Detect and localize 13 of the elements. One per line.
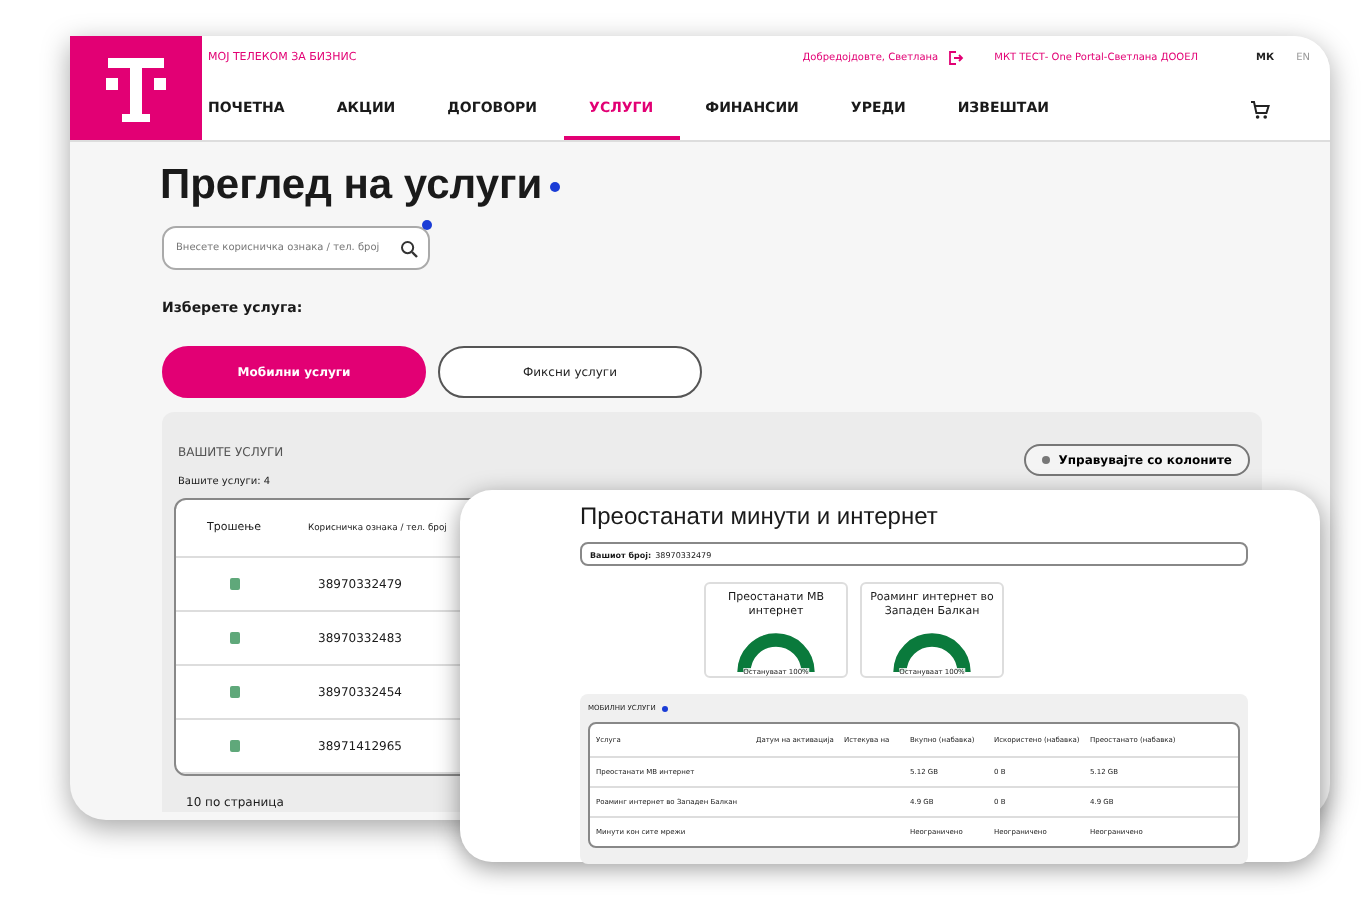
page-title: Преглед на услуги xyxy=(160,162,543,210)
detail-title: Преостанати минути и интернет xyxy=(580,502,940,530)
logout-icon[interactable] xyxy=(948,50,965,66)
info-icon[interactable] xyxy=(661,705,668,711)
sim-card-icon[interactable] xyxy=(229,578,239,590)
info-icon[interactable] xyxy=(550,181,561,191)
sim-card-icon[interactable] xyxy=(229,686,239,698)
sim-card-icon[interactable] xyxy=(229,632,239,644)
search-icon[interactable] xyxy=(400,239,418,257)
logo-icon[interactable] xyxy=(70,36,202,140)
sim-card-icon[interactable] xyxy=(229,740,239,752)
info-icon[interactable] xyxy=(422,220,432,230)
cart-icon[interactable] xyxy=(1250,100,1270,120)
